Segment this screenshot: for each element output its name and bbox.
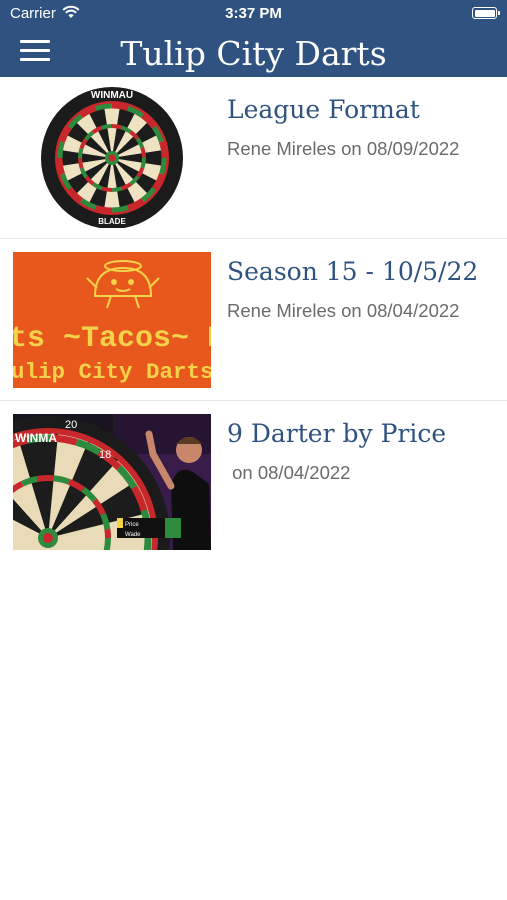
post-meta: Rene Mireles on 08/09/2022 <box>227 138 460 159</box>
winmau-logo-text: WINMAU <box>91 90 133 101</box>
clock: 3:37 PM <box>225 5 282 22</box>
page-title: Tulip City Darts <box>120 34 387 73</box>
battery-icon <box>472 7 500 19</box>
post-title[interactable]: 9 Darter by Price <box>227 419 446 448</box>
board-number-text: 20 <box>65 419 77 431</box>
blade-logo-text: BLADE <box>98 217 126 226</box>
scoreboard-player-text: Price <box>125 522 139 528</box>
list-item[interactable]: WINMA 20 18 Price Wade 9 Darter by Price… <box>0 401 507 562</box>
status-bar: Carrier 3:37 PM <box>0 0 507 28</box>
scoreboard-player-text: Wade <box>125 532 141 538</box>
app-header: Carrier 3:37 PM Tulip City Darts <box>0 0 507 77</box>
list-item[interactable]: WINMAU BLADE League Format Rene Mireles … <box>0 77 507 239</box>
board-number-text: 18 <box>99 449 111 461</box>
list-item[interactable]: ts ~Tacos~ B ulip City Darts Clu Season … <box>0 239 507 401</box>
darts-match-video-image: WINMA 20 18 Price Wade <box>13 414 211 550</box>
tacos-flyer-image: ts ~Tacos~ B ulip City Darts Clu <box>13 252 211 388</box>
flyer-club-text: ulip City Darts Clu <box>13 359 211 385</box>
post-meta: on 08/04/2022 <box>227 462 351 483</box>
winmau-logo-text: WINMA <box>15 431 57 445</box>
post-title[interactable]: Season 15 - 10/5/22 <box>227 257 478 286</box>
post-meta: Rene Mireles on 08/04/2022 <box>227 300 460 321</box>
post-list: WINMAU BLADE League Format Rene Mireles … <box>0 77 507 562</box>
dartboard-image: WINMAU BLADE <box>13 87 211 228</box>
flyer-headline-text: ts ~Tacos~ B <box>13 322 211 356</box>
post-title[interactable]: League Format <box>227 95 420 124</box>
